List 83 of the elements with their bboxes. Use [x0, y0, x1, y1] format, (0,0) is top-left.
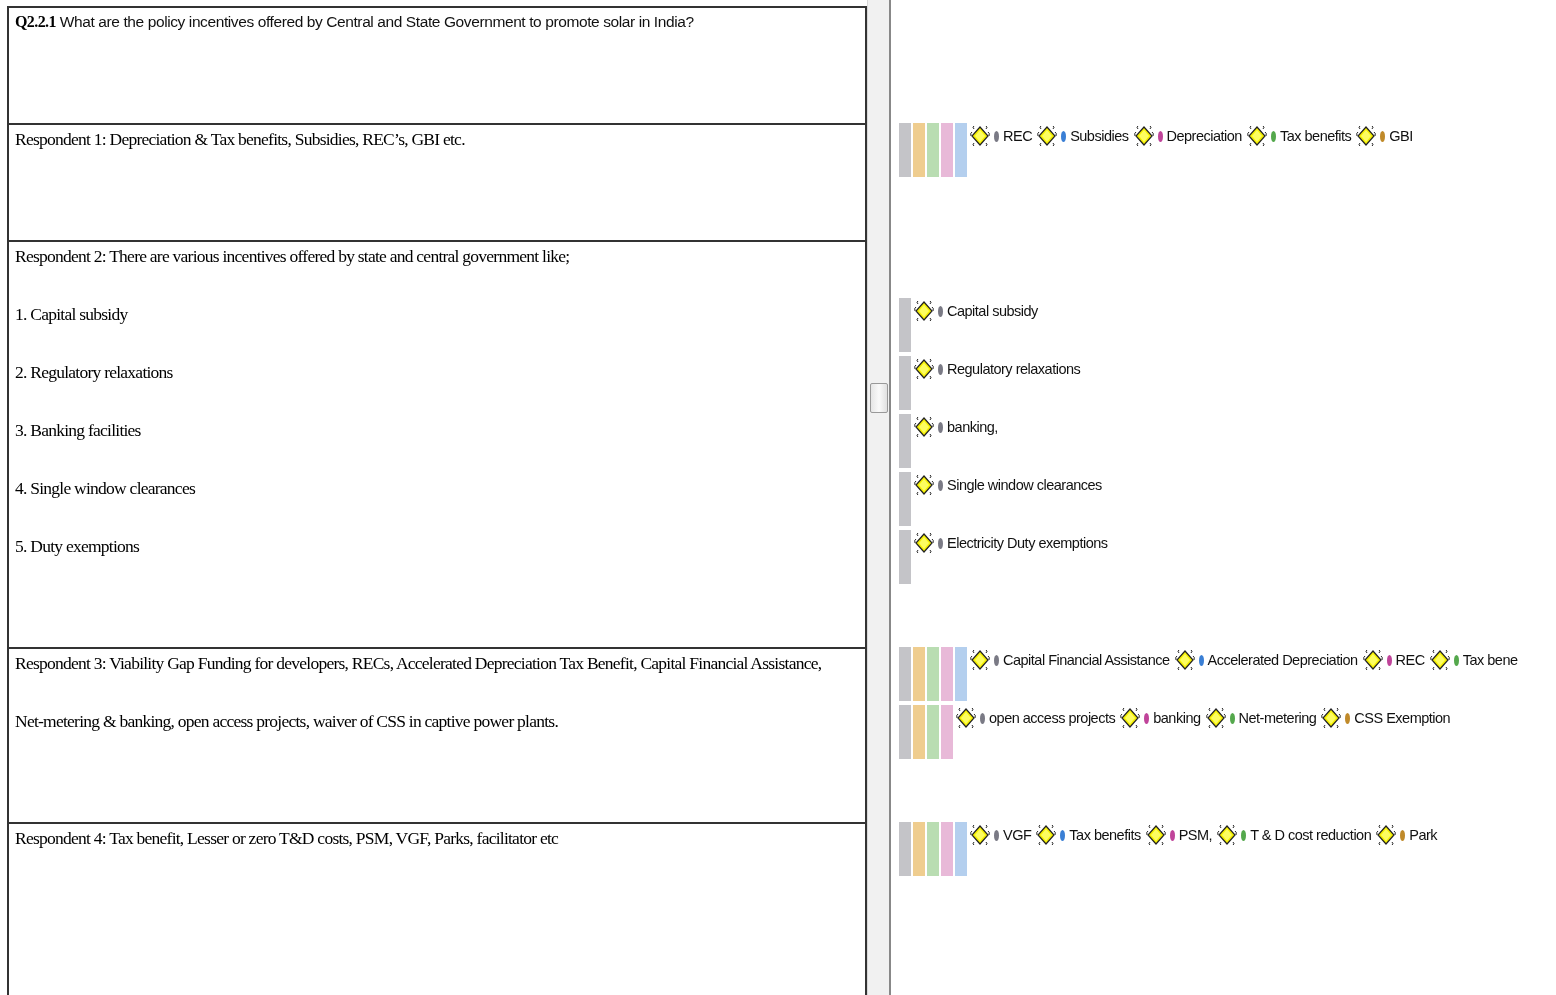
diamond-icon — [1376, 824, 1397, 846]
code-label[interactable]: Net-metering — [1238, 710, 1317, 726]
code-label[interactable]: GBI — [1389, 128, 1413, 144]
code-label[interactable]: Capital Financial Assistance — [1003, 652, 1170, 668]
coding-bar[interactable] — [927, 705, 939, 759]
coding-bar[interactable] — [941, 705, 953, 759]
response-text: Respondent 4: Tax benefit, Lesser or zero T&D costs, PSM, VGF, Parks, facilitator etc — [15, 828, 559, 848]
response-text: 4. Single window clearances — [15, 478, 195, 498]
response-text: Respondent 3: Viability Gap Funding for developers, RECs, Accelerated Depreciation Tax Benefit, Capital Financial Assistance, — [15, 653, 822, 673]
code-label[interactable]: Single window clearances — [947, 477, 1102, 493]
diamond-icon — [956, 707, 976, 729]
code-label[interactable]: banking — [1153, 710, 1201, 726]
diamond-icon — [914, 300, 934, 322]
coding-bar[interactable] — [955, 123, 967, 177]
diamond-icon — [914, 532, 934, 554]
code-label[interactable]: Tax benefits — [1279, 128, 1352, 144]
coding-bar[interactable] — [899, 647, 911, 701]
coding-bar[interactable] — [899, 356, 911, 410]
response-text: 1. Capital subsidy — [15, 304, 128, 324]
diamond-icon — [914, 416, 934, 438]
coding-bar[interactable] — [899, 123, 911, 177]
coding-bar[interactable] — [955, 647, 967, 701]
diamond-icon — [1356, 125, 1377, 147]
scrollbar-thumb[interactable] — [870, 383, 888, 413]
diamond-icon — [1036, 824, 1057, 846]
code-label[interactable]: Electricity Duty exemptions — [947, 535, 1108, 551]
code-label[interactable]: VGF — [1003, 827, 1032, 843]
coding-bar[interactable] — [899, 472, 911, 526]
coding-bar[interactable] — [927, 647, 939, 701]
coding-bar[interactable] — [899, 298, 911, 352]
coding-bar[interactable] — [927, 822, 939, 876]
diamond-icon — [1133, 125, 1154, 147]
coding-bar[interactable] — [899, 414, 911, 468]
diamond-icon — [914, 474, 934, 496]
diamond-icon — [1362, 649, 1383, 671]
coding-bar[interactable] — [927, 123, 939, 177]
code-label[interactable]: Accelerated Depreciation — [1207, 652, 1358, 668]
code-label[interactable]: CSS Exemption — [1354, 710, 1451, 726]
diamond-icon — [1145, 824, 1166, 846]
diamond-icon — [914, 358, 934, 380]
response-text: 5. Duty exemptions — [15, 536, 140, 556]
diamond-icon — [1205, 707, 1226, 729]
code-label[interactable]: REC — [1003, 128, 1033, 144]
code-label[interactable]: Subsidies — [1070, 128, 1129, 144]
code-label[interactable]: open access projects — [989, 710, 1116, 726]
coding-bar[interactable] — [941, 123, 953, 177]
diamond-icon — [1246, 125, 1267, 147]
code-label[interactable]: Park — [1409, 827, 1438, 843]
diamond-icon — [970, 649, 990, 671]
code-label[interactable]: Capital subsidy — [947, 303, 1038, 319]
coding-bar[interactable] — [941, 822, 953, 876]
response-text: Respondent 2: There are various incentives offered by state and central government like; — [15, 246, 570, 266]
diamond-icon — [1321, 707, 1342, 729]
coding-bar[interactable] — [913, 822, 925, 876]
response-text: Net-metering & banking, open access projects, waiver of CSS in captive power plants. — [15, 711, 558, 731]
diamond-icon — [1174, 649, 1195, 671]
question-number: Q2.2.1 — [15, 12, 56, 32]
code-label[interactable]: banking, — [947, 419, 998, 435]
response-text: 3. Banking facilities — [15, 420, 141, 440]
code-label[interactable]: PSM, — [1178, 827, 1213, 843]
coding-bar[interactable] — [913, 705, 925, 759]
code-label[interactable]: Tax benefits — [1069, 827, 1141, 843]
coding-bar[interactable] — [899, 530, 911, 584]
question-text: What are the policy incentives offered by Central and State Government to promote solar in India? — [59, 12, 694, 32]
coding-bar[interactable] — [899, 705, 911, 759]
code-label[interactable]: T & D cost reduction — [1250, 827, 1372, 843]
code-label[interactable]: REC — [1395, 652, 1425, 668]
response-text: Respondent 1: Depreciation & Tax benefits, Subsidies, REC’s, GBI etc. — [15, 129, 465, 149]
diamond-icon — [1037, 125, 1058, 147]
diamond-icon — [1120, 707, 1141, 729]
diamond-icon — [1429, 649, 1450, 671]
coding-bar[interactable] — [941, 647, 953, 701]
coding-bar[interactable] — [913, 647, 925, 701]
diamond-icon — [970, 125, 990, 147]
coding-bar[interactable] — [955, 822, 967, 876]
coding-bar[interactable] — [899, 822, 911, 876]
diamond-icon — [970, 824, 990, 846]
coding-bar[interactable] — [913, 123, 925, 177]
code-label[interactable]: Depreciation — [1166, 128, 1242, 144]
diamond-icon — [1217, 824, 1238, 846]
code-label[interactable]: Regulatory relaxations — [947, 361, 1081, 377]
code-label[interactable]: Tax bene — [1462, 652, 1518, 668]
response-text: 2. Regulatory relaxations — [15, 362, 173, 382]
